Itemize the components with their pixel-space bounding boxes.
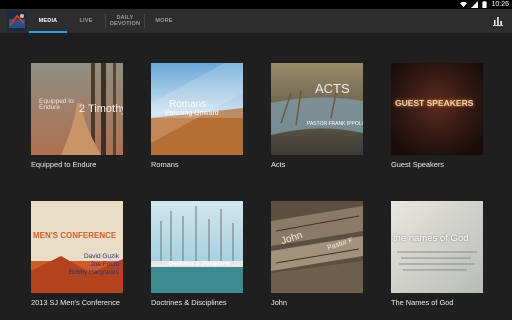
media-grid: Equipped to Endure 2 Timothy Equipped to…: [0, 33, 512, 320]
media-title: 2013 SJ Men's Conference: [31, 298, 120, 307]
app-logo[interactable]: [7, 11, 27, 31]
art-title: Equipped to Endure: [39, 98, 74, 111]
art-title: MEN'S CONFERENCE: [33, 231, 117, 240]
art-title: the names of God: [393, 233, 469, 244]
tab-bar: MEDIA LIVE DAILY DEVOTION MORE: [29, 9, 183, 33]
art-speaker: Joe Focht: [90, 261, 119, 268]
media-thumbnail[interactable]: John Pastor F: [271, 201, 363, 293]
media-thumbnail[interactable]: ACTS PASTOR FRANK IPPOLI: [271, 63, 363, 155]
art-title: Romans: [169, 99, 207, 110]
art-subtitle: PASTOR FRANK IPPOLI: [307, 121, 363, 127]
art-title: Doctrines & Disciplines: [169, 261, 231, 267]
media-title: The Names of God: [391, 298, 454, 307]
status-bar: 10:26: [0, 0, 512, 9]
tab-daily-devotion[interactable]: DAILY DEVOTION: [106, 9, 144, 33]
media-title: Romans: [151, 160, 179, 169]
tab-live[interactable]: LIVE: [67, 9, 105, 33]
media-tile-mens-conference[interactable]: MEN'S CONFERENCE David Guzik Joe Focht B…: [31, 201, 123, 307]
tab-daily-devotion-label: DAILY DEVOTION: [109, 15, 141, 27]
tab-media-label: MEDIA: [38, 18, 58, 24]
media-title: Acts: [271, 160, 286, 169]
wifi-icon: [460, 1, 468, 8]
status-time: 10:26: [491, 1, 509, 8]
media-tile-equipped-to-endure[interactable]: Equipped to Endure 2 Timothy Equipped to…: [31, 63, 123, 169]
media-thumbnail[interactable]: GUEST SPEAKERS: [391, 63, 483, 155]
signal-icon: [471, 1, 479, 8]
art-title: GUEST SPEAKERS: [395, 98, 474, 108]
tab-live-label: LIVE: [79, 18, 93, 24]
media-tile-romans[interactable]: Romans Pressing Onward Romans: [151, 63, 243, 169]
art-speakers: David Guzik Joe Focht Bobby Hargraves: [69, 253, 119, 277]
media-tile-acts[interactable]: ACTS PASTOR FRANK IPPOLI Acts: [271, 63, 363, 169]
media-thumbnail[interactable]: MEN'S CONFERENCE David Guzik Joe Focht B…: [31, 201, 123, 293]
art-speaker: David Guzik: [83, 253, 119, 260]
media-tile-guest-speakers[interactable]: GUEST SPEAKERS Guest Speakers: [391, 63, 483, 169]
tab-more[interactable]: MORE: [145, 9, 183, 33]
tab-media[interactable]: MEDIA: [29, 9, 67, 33]
battery-icon: [482, 1, 488, 8]
media-tile-john[interactable]: John Pastor F John: [271, 201, 363, 307]
art-title: ACTS: [315, 81, 350, 96]
media-title: Doctrines & Disciplines: [151, 298, 227, 307]
media-thumbnail[interactable]: Romans Pressing Onward: [151, 63, 243, 155]
media-title: Guest Speakers: [391, 160, 444, 169]
bar-chart-icon[interactable]: [492, 15, 504, 27]
media-thumbnail[interactable]: the names of God: [391, 201, 483, 293]
media-tile-names-of-god[interactable]: the names of God The Names of God: [391, 201, 483, 307]
art-subtitle: 2 Timothy: [79, 103, 123, 115]
tab-more-label: MORE: [155, 18, 173, 24]
media-title: John: [271, 298, 288, 307]
media-tile-doctrines-disciplines[interactable]: Doctrines & Disciplines Doctrines & Disc…: [151, 201, 243, 307]
media-thumbnail[interactable]: Equipped to Endure 2 Timothy: [31, 63, 123, 155]
app-bar: MEDIA LIVE DAILY DEVOTION MORE: [0, 9, 512, 33]
art-speaker: Bobby Hargraves: [68, 269, 119, 276]
media-title: Equipped to Endure: [31, 160, 97, 169]
media-thumbnail[interactable]: Doctrines & Disciplines: [151, 201, 243, 293]
art-subtitle: Pressing Onward: [165, 110, 219, 117]
